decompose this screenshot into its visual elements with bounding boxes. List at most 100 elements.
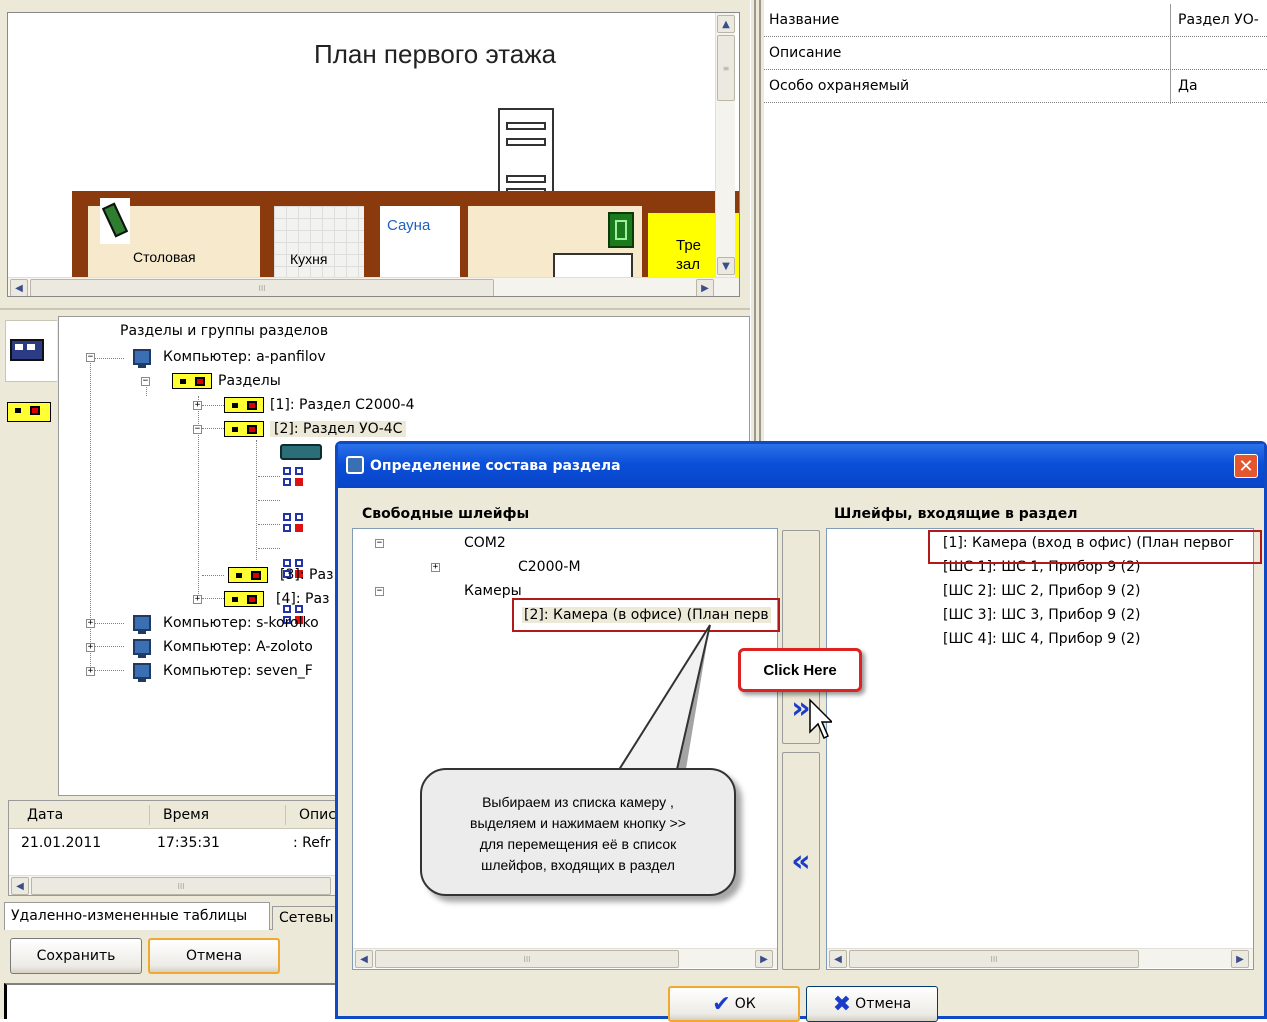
property-row[interactable]: Описание <box>764 37 1267 70</box>
floorplan-hscroll[interactable]: ◀ III ▶ <box>8 277 739 296</box>
column-header[interactable]: Опис <box>299 807 336 823</box>
collapse-icon[interactable]: − <box>86 352 95 362</box>
scroll-thumb[interactable]: III <box>31 877 331 895</box>
tree-item-partition[interactable]: + [1]: Раздел С2000-4 <box>193 394 415 416</box>
property-row[interactable]: Особо охраняемый Да <box>764 70 1267 103</box>
room-label-sauna: Сауна <box>387 217 431 234</box>
instruction-line: выделяем и нажимаем кнопку >> <box>470 815 686 831</box>
floorplan-panel: План первого этажа Столовая Кухня Сауна … <box>0 0 750 308</box>
black-strip <box>4 983 340 1019</box>
room-label-kitchen: Кухня <box>290 251 328 267</box>
list-hscroll[interactable]: ◀ III ▶ <box>827 948 1253 968</box>
included-loops-list[interactable]: [1]: Камера (вход в офис) (План первог [… <box>826 528 1254 970</box>
dialog-title: Определение состава раздела <box>370 458 621 474</box>
camera-sprite-icon[interactable] <box>100 198 130 244</box>
tree-item-partition-selected[interactable]: − [2]: Раздел УО-4С <box>193 418 407 440</box>
collapse-icon[interactable]: − <box>193 424 202 434</box>
view-toggle-partitions-icon[interactable] <box>5 392 57 432</box>
tree-item-partitions[interactable]: − Разделы <box>141 370 281 392</box>
view-toggle-network-icon[interactable] <box>5 320 57 382</box>
tree-root[interactable]: Разделы и группы разделов <box>120 320 328 342</box>
double-chevron-left-icon: « <box>791 843 811 879</box>
dialog-cancel-button[interactable]: ✖ Отмена <box>806 986 938 1022</box>
loop-icon[interactable] <box>282 466 308 488</box>
cancel-button[interactable]: Отмена <box>148 938 280 974</box>
move-left-button[interactable]: « <box>782 752 820 970</box>
log-hscroll[interactable]: ◀ III <box>9 875 337 895</box>
log-table[interactable]: Дата Время Опис 21.01.2011 17:35:31 : Re… <box>8 800 339 896</box>
list-item[interactable]: [ШС 3]: ШС 3, Прибор 9 (2) <box>943 607 1140 623</box>
included-loops-header: Шлейфы, входящие в раздел <box>834 506 1078 522</box>
list-item[interactable]: [ШС 4]: ШС 4, Прибор 9 (2) <box>943 631 1140 647</box>
log-cell: 21.01.2011 <box>21 835 102 851</box>
tab-network[interactable]: Сетевы <box>272 906 340 930</box>
list-item[interactable]: − Камеры <box>375 583 522 599</box>
scroll-thumb[interactable]: ≡ <box>717 35 735 101</box>
dialog-partition-composition: Определение состава раздела ✕ Свободные … <box>335 441 1267 1022</box>
tree-item-label: [2]: Раздел УО-4С <box>270 421 407 437</box>
save-button[interactable]: Сохранить <box>10 938 142 974</box>
tree-item-label: Компьютер: seven_F <box>163 663 313 679</box>
expand-icon[interactable]: + <box>86 642 95 652</box>
scroll-thumb[interactable]: III <box>849 950 1139 968</box>
list-item[interactable]: − COM2 <box>375 535 506 551</box>
scroll-right-icon[interactable]: ▶ <box>755 950 773 968</box>
door-sensor-icon[interactable] <box>608 212 634 248</box>
computer-icon <box>133 349 151 368</box>
ok-button[interactable]: ✔ ОК <box>668 986 800 1022</box>
collapse-icon[interactable]: − <box>141 376 150 386</box>
tree-item-computer[interactable]: + Компьютер: seven_F <box>86 660 313 682</box>
tree-item-computer[interactable]: − Компьютер: a-panfilov <box>86 346 326 368</box>
partition-icon <box>224 421 264 437</box>
close-icon[interactable]: ✕ <box>1234 454 1258 478</box>
table-row[interactable]: 21.01.2011 17:35:31 : Refr <box>9 833 339 855</box>
property-row[interactable]: Название Раздел УО- <box>764 4 1267 37</box>
dialog-titlebar[interactable]: Определение состава раздела ✕ <box>338 444 1264 488</box>
tree-item-computer[interactable]: + Компьютер: A-zoloto <box>86 636 313 658</box>
expand-icon[interactable]: + <box>86 618 95 628</box>
log-cell: : Refr <box>293 835 331 851</box>
scroll-right-icon[interactable]: ▶ <box>1231 950 1249 968</box>
tree-item-partition[interactable]: [3]: Раз <box>228 564 333 586</box>
tree-item-partition[interactable]: + [4]: Раз <box>193 588 329 610</box>
list-hscroll[interactable]: ◀ III ▶ <box>353 948 777 968</box>
list-item[interactable]: [ШС 2]: ШС 2, Прибор 9 (2) <box>943 583 1140 599</box>
partition-icon <box>228 567 268 583</box>
tab-label: Сетевы <box>279 910 334 926</box>
tree-item-computer[interactable]: + Компьютер: s-korolko <box>86 612 319 634</box>
loop-icon[interactable] <box>282 512 308 534</box>
column-header[interactable]: Дата <box>27 807 63 823</box>
expand-icon[interactable]: + <box>431 562 440 572</box>
log-cell: 17:35:31 <box>157 835 220 851</box>
checkmark-icon: ✔ <box>712 991 731 1017</box>
floorplan-viewport[interactable]: План первого этажа Столовая Кухня Сауна … <box>7 12 740 297</box>
expand-icon[interactable]: + <box>193 400 202 410</box>
scroll-thumb[interactable]: III <box>375 950 679 968</box>
list-item[interactable]: + C2000-M <box>431 559 581 575</box>
scroll-down-icon[interactable]: ▼ <box>717 257 735 275</box>
floorplan-vscroll[interactable]: ▲ ≡ ▼ <box>715 13 735 279</box>
scroll-up-icon[interactable]: ▲ <box>717 15 735 33</box>
tab-remote-tables[interactable]: Удаленно-измененные таблицы <box>4 902 270 930</box>
scroll-right-icon[interactable]: ▶ <box>696 279 714 296</box>
scroll-left-icon[interactable]: ◀ <box>10 279 28 296</box>
column-header[interactable]: Время <box>163 807 209 823</box>
scroll-left-icon[interactable]: ◀ <box>355 950 373 968</box>
collapse-icon[interactable]: − <box>375 538 384 548</box>
list-item-label: Камеры <box>464 583 522 599</box>
expand-icon[interactable]: + <box>193 594 202 604</box>
expand-icon[interactable]: + <box>86 666 95 676</box>
room-label-dining: Столовая <box>133 249 196 265</box>
collapse-icon[interactable]: − <box>375 586 384 596</box>
property-value: Раздел УО- <box>1178 12 1259 28</box>
log-header: Дата Время Опис <box>9 801 339 829</box>
scroll-thumb[interactable]: III <box>30 279 494 296</box>
camera-icon[interactable] <box>280 442 330 464</box>
tree-item-label: [3]: Раз <box>280 567 334 583</box>
scroll-left-icon[interactable]: ◀ <box>829 950 847 968</box>
scroll-left-icon[interactable]: ◀ <box>11 877 29 895</box>
ok-label: ОК <box>734 996 756 1012</box>
property-name: Описание <box>769 45 842 61</box>
cursor-arrow-icon <box>809 698 832 740</box>
instruction-callout: Выбираем из списка камеру , выделяем и н… <box>420 768 736 896</box>
